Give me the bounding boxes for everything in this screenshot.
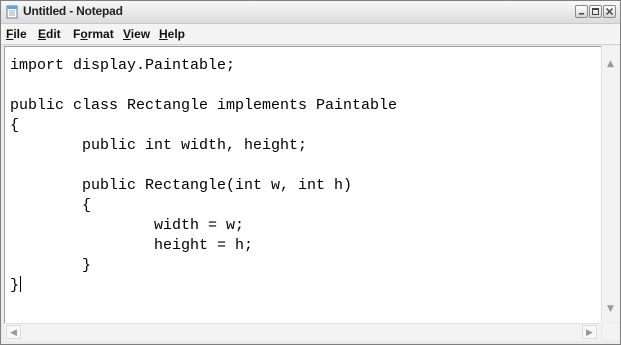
window-title: Untitled - Notepad — [23, 4, 123, 18]
title-bar[interactable]: Untitled - Notepad — [1, 1, 620, 24]
menu-file[interactable]: File — [6, 27, 27, 41]
code-line: } — [10, 257, 92, 274]
text-editor[interactable]: import display.Paintable; public class R… — [4, 46, 601, 323]
menu-view[interactable]: View — [123, 27, 150, 41]
menu-format[interactable]: Format — [73, 27, 114, 41]
maximize-icon — [592, 8, 599, 15]
arrow-up-icon[interactable]: ▲ — [604, 58, 617, 71]
menu-edit-accel: E — [38, 27, 47, 41]
minimize-button[interactable] — [575, 5, 588, 18]
menu-help[interactable]: Help — [159, 27, 185, 41]
menu-view-label: iew — [130, 27, 151, 41]
menu-bar: File Edit Format View Help — [1, 24, 620, 45]
code-line: } — [10, 277, 20, 294]
code-line: public int width, height; — [10, 137, 308, 154]
menu-help-accel: H — [159, 27, 168, 41]
menu-view-accel: V — [123, 27, 131, 41]
maximize-button[interactable] — [589, 5, 602, 18]
vertical-scrollbar[interactable]: ▲ ▼ — [601, 46, 619, 322]
arrow-left-icon[interactable]: ◀ — [6, 325, 21, 339]
menu-format-label: rmat — [87, 27, 114, 41]
menu-format-accel: o — [80, 27, 88, 41]
text-caret — [20, 276, 22, 292]
notepad-window: Untitled - Notepad File Edit Format View… — [0, 0, 621, 345]
editor-text[interactable]: import display.Paintable; public class R… — [10, 56, 397, 296]
code-line: height = h; — [10, 237, 254, 254]
close-icon — [606, 8, 613, 15]
code-line: { — [10, 117, 20, 134]
code-line: import display.Paintable; — [10, 57, 236, 74]
notepad-icon[interactable] — [5, 5, 19, 19]
menu-file-label: ile — [13, 27, 27, 41]
code-line: public class Rectangle implements Painta… — [10, 97, 398, 114]
arrow-right-icon[interactable]: ▶ — [582, 325, 597, 339]
code-line: public Rectangle(int w, int h) — [10, 177, 353, 194]
menu-edit[interactable]: Edit — [38, 27, 61, 41]
close-button[interactable] — [603, 5, 616, 18]
menu-edit-label: dit — [46, 27, 61, 41]
menu-help-label: elp — [167, 27, 186, 41]
minimize-icon — [579, 13, 584, 15]
code-line: { — [10, 197, 92, 214]
horizontal-scrollbar[interactable]: ◀ ▶ — [4, 323, 601, 341]
arrow-down-icon[interactable]: ▼ — [604, 303, 617, 316]
code-line: width = w; — [10, 217, 245, 234]
resize-grip[interactable] — [602, 323, 619, 340]
